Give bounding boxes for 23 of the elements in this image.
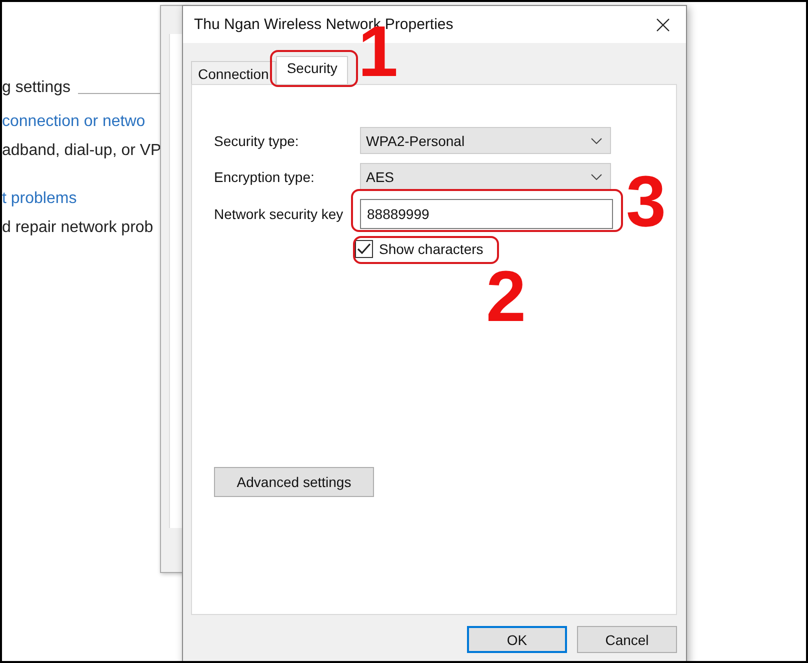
chevron-icon <box>591 174 602 180</box>
settings-link[interactable]: connection or netwo <box>2 110 146 134</box>
field-label: Security type: <box>214 132 300 148</box>
dialog-button[interactable]: OK <box>467 626 567 653</box>
tab[interactable]: Connection <box>191 61 276 84</box>
advanced-settings-button[interactable]: Advanced settings <box>214 467 374 497</box>
annotation-number: 3 <box>626 166 666 238</box>
settings-description: adband, dial-up, or VP <box>2 141 162 161</box>
checkbox-label[interactable]: Show characters <box>379 241 484 257</box>
dialog-button[interactable]: Cancel <box>577 626 677 653</box>
dropdown[interactable]: WPA2-Personal <box>360 127 611 154</box>
tab[interactable]: Security <box>276 56 348 84</box>
chevron-icon <box>591 138 602 144</box>
dropdown[interactable]: AES <box>360 163 611 190</box>
section-heading: g settings <box>2 78 70 98</box>
close-icon[interactable] <box>656 18 670 32</box>
annotation-number: 2 <box>486 261 526 333</box>
field-label: Encryption type: <box>214 168 316 184</box>
settings-description: d repair network prob <box>2 218 154 238</box>
input-field[interactable]: 88889999 <box>360 199 613 229</box>
field-label: Network security key <box>214 206 344 222</box>
settings-link[interactable]: t problems <box>2 187 77 211</box>
checkbox[interactable] <box>355 240 373 258</box>
